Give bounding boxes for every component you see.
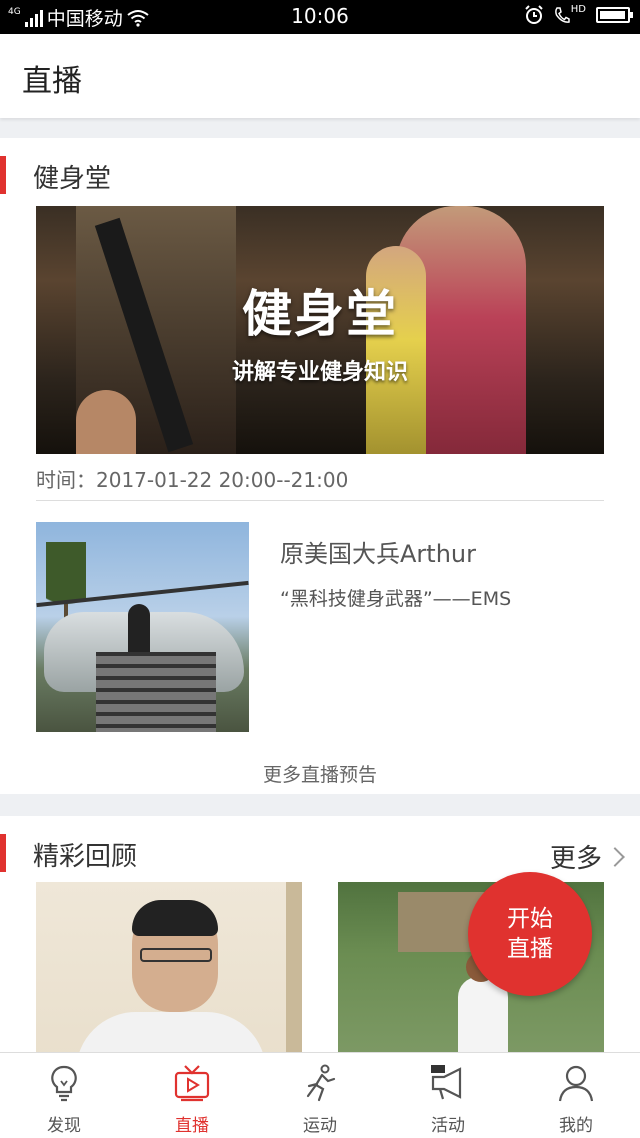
- glasses: [140, 948, 212, 962]
- section-accent-bar: [0, 156, 6, 194]
- person-icon: [558, 1065, 594, 1102]
- section-title: 精彩回顾: [33, 842, 138, 872]
- more-live-preview-link[interactable]: 更多直播预告: [0, 760, 640, 787]
- tv-icon: [174, 1065, 210, 1102]
- section-title: 健身堂: [33, 164, 112, 194]
- alarm-icon: [525, 5, 543, 24]
- banner-person-face: [76, 390, 136, 454]
- nav-item-live[interactable]: 直播: [128, 1053, 256, 1138]
- person-shirt: [76, 1012, 266, 1056]
- nav-item-profile[interactable]: 我的: [512, 1053, 640, 1138]
- live-time: 时间：2017-01-22 20:00--21:00: [36, 468, 349, 492]
- bottom-nav: 发现 直播 运动 活动 我的: [0, 1052, 640, 1138]
- phone-icon: [554, 7, 570, 23]
- status-bar: 4G 中国移动 10:06 HD: [0, 0, 640, 34]
- host-name[interactable]: 原美国大兵Arthur: [280, 534, 476, 569]
- door-frame: [286, 882, 302, 1056]
- host-description: “黑科技健身武器”——EMS: [280, 588, 512, 610]
- more-label: 更多: [549, 844, 602, 874]
- nav-item-sports[interactable]: 运动: [256, 1053, 384, 1138]
- nav-label: 发现: [47, 1116, 81, 1136]
- person-hair: [132, 900, 218, 936]
- live-section: 健身堂 健身堂 讲解专业健身知识 时间：2017-01-22 20:00--21…: [0, 138, 640, 794]
- nav-label: 我的: [559, 1116, 593, 1136]
- battery-icon: [596, 7, 633, 23]
- banner-subtitle: 讲解专业健身知识: [231, 360, 408, 385]
- chevron-right-icon: [605, 846, 625, 867]
- nav-label: 活动: [431, 1116, 465, 1136]
- nav-item-discover[interactable]: 发现: [0, 1053, 128, 1138]
- replay-thumb[interactable]: [36, 882, 302, 1056]
- host-photo[interactable]: [36, 522, 249, 732]
- runner-icon: [306, 1064, 336, 1102]
- divider: [36, 500, 604, 501]
- live-banner[interactable]: 健身堂 讲解专业健身知识: [36, 206, 604, 454]
- megaphone-icon: [431, 1065, 462, 1100]
- page-title: 直播: [22, 64, 82, 99]
- app-header: 直播: [0, 34, 640, 118]
- fab-line-2: 直播: [507, 936, 553, 962]
- banner-title: 健身堂: [242, 285, 398, 343]
- nav-label: 直播: [175, 1116, 209, 1136]
- start-live-button[interactable]: 开始 直播: [468, 872, 592, 996]
- more-replay-button[interactable]: 更多: [549, 838, 625, 875]
- stairs: [96, 652, 216, 732]
- nav-label: 运动: [303, 1116, 337, 1136]
- fab-line-1: 开始: [507, 906, 553, 932]
- lightbulb-icon: [51, 1065, 77, 1102]
- nav-item-activities[interactable]: 活动: [384, 1053, 512, 1138]
- hd-label: HD: [570, 3, 586, 15]
- section-accent-bar: [0, 834, 6, 872]
